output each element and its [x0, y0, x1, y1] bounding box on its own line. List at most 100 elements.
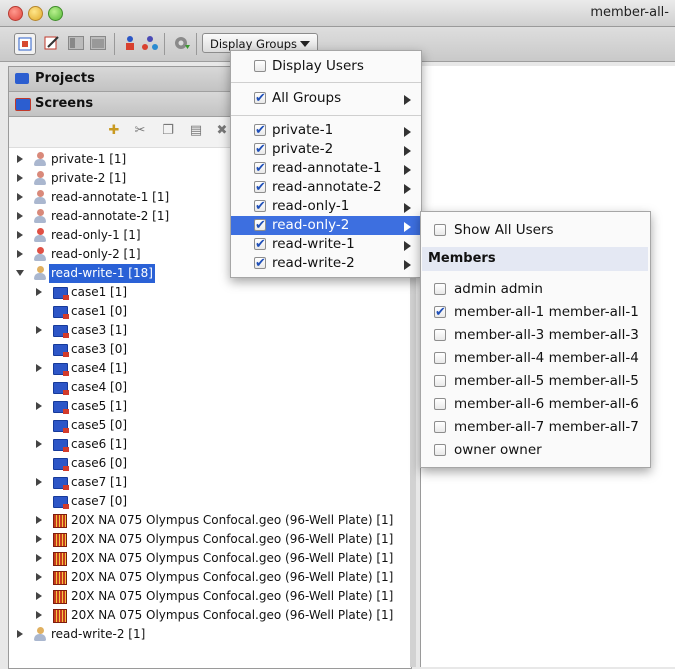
menu-checkbox[interactable]	[254, 178, 266, 197]
member-item[interactable]: admin admin	[421, 280, 650, 299]
member-label: owner owner	[454, 442, 542, 458]
group-menu-item[interactable]: private-1	[231, 121, 421, 140]
group-menu-item[interactable]: read-annotate-1	[231, 159, 421, 178]
group-menu-item[interactable]: read-write-2	[231, 254, 421, 273]
menu-checkbox[interactable]	[254, 89, 266, 108]
import-icon[interactable]	[172, 33, 192, 53]
copy-icon[interactable]: ❐	[161, 124, 175, 138]
member-checkbox[interactable]	[434, 375, 446, 387]
expand-arrow-icon[interactable]	[36, 364, 42, 372]
annotate-icon[interactable]	[42, 33, 62, 53]
group-menu-item[interactable]: read-only-2	[231, 216, 421, 235]
tree-screen-row[interactable]: case1 [1]	[9, 283, 409, 302]
member-item[interactable]: member-all-7 member-all-7	[421, 418, 650, 437]
menu-checkbox[interactable]	[254, 140, 266, 159]
tree-screen-row[interactable]: case4 [1]	[9, 359, 409, 378]
tree-screen-row[interactable]: case5 [0]	[9, 416, 409, 435]
member-checkbox[interactable]	[434, 398, 446, 410]
tree-screen-row[interactable]: case3 [0]	[9, 340, 409, 359]
expand-arrow-icon[interactable]	[17, 193, 23, 201]
tree-screen-row[interactable]: case4 [0]	[9, 378, 409, 397]
expand-arrow-icon[interactable]	[36, 478, 42, 486]
expand-arrow-icon[interactable]	[36, 592, 42, 600]
tree-screen-row[interactable]: case7 [1]	[9, 473, 409, 492]
collapse-arrow-icon[interactable]	[16, 270, 24, 276]
expand-arrow-icon[interactable]	[36, 554, 42, 562]
split-view-icon[interactable]	[66, 33, 86, 53]
expand-arrow-icon[interactable]	[36, 326, 42, 334]
member-checkbox[interactable]	[434, 352, 446, 364]
member-item[interactable]: member-all-4 member-all-4	[421, 349, 650, 368]
menu-checkbox[interactable]	[254, 197, 266, 216]
menu-checkbox[interactable]	[254, 235, 266, 254]
member-checkbox[interactable]	[434, 329, 446, 341]
tabbed-view-icon[interactable]	[88, 33, 108, 53]
display-users-item[interactable]: Display Users	[231, 57, 421, 76]
expand-arrow-icon[interactable]	[36, 440, 42, 448]
tree-screen-row[interactable]: case5 [1]	[9, 397, 409, 416]
expand-arrow-icon[interactable]	[36, 611, 42, 619]
member-item[interactable]: member-all-6 member-all-6	[421, 395, 650, 414]
member-checkbox[interactable]	[434, 303, 446, 322]
tree-screen-row[interactable]: case1 [0]	[9, 302, 409, 321]
tree-screen-row[interactable]: case6 [0]	[9, 454, 409, 473]
data-manager-icon[interactable]	[14, 33, 36, 55]
zoom-window-button[interactable]	[48, 6, 63, 21]
all-groups-item[interactable]: All Groups	[231, 89, 421, 108]
paste-icon[interactable]: ▤	[189, 124, 203, 138]
member-item[interactable]: member-all-3 member-all-3	[421, 326, 650, 345]
tree-plate-row[interactable]: 20X NA 075 Olympus Confocal.geo (96-Well…	[9, 606, 409, 625]
group-menu-item[interactable]: read-write-1	[231, 235, 421, 254]
expand-arrow-icon[interactable]	[17, 155, 23, 163]
people-tree-icon[interactable]	[140, 33, 160, 53]
expand-arrow-icon[interactable]	[36, 288, 42, 296]
screen-icon	[53, 439, 69, 452]
group-menu-item[interactable]: read-annotate-2	[231, 178, 421, 197]
group-user-icon	[33, 627, 47, 642]
expand-arrow-icon[interactable]	[36, 402, 42, 410]
cut-icon[interactable]: ✂	[133, 124, 147, 138]
menu-checkbox[interactable]	[254, 216, 266, 235]
expand-arrow-icon[interactable]	[36, 535, 42, 543]
close-window-button[interactable]	[8, 6, 23, 21]
member-item[interactable]: member-all-5 member-all-5	[421, 372, 650, 391]
expand-arrow-icon[interactable]	[17, 250, 23, 258]
screen-icon	[53, 458, 69, 471]
tree-screen-row[interactable]: case6 [1]	[9, 435, 409, 454]
expand-arrow-icon[interactable]	[17, 174, 23, 182]
show-all-users-item[interactable]: Show All Users	[421, 221, 650, 240]
menu-checkbox[interactable]	[254, 254, 266, 273]
member-checkbox[interactable]	[434, 421, 446, 433]
tree-group-row[interactable]: read-write-2 [1]	[9, 625, 409, 644]
tree-group-label: read-only-1 [1]	[51, 228, 141, 242]
minimize-window-button[interactable]	[28, 6, 43, 21]
new-item-icon[interactable]: ✚	[107, 124, 121, 138]
delete-icon[interactable]: ✖	[215, 124, 229, 138]
expand-arrow-icon[interactable]	[17, 231, 23, 239]
menu-checkbox[interactable]	[254, 121, 266, 140]
menu-checkbox[interactable]	[254, 159, 266, 178]
group-menu-item[interactable]: private-2	[231, 140, 421, 159]
tree-plate-row[interactable]: 20X NA 075 Olympus Confocal.geo (96-Well…	[9, 530, 409, 549]
tree-screen-row[interactable]: case3 [1]	[9, 321, 409, 340]
expand-arrow-icon[interactable]	[17, 212, 23, 220]
member-checkbox[interactable]	[434, 283, 446, 295]
expand-arrow-icon[interactable]	[17, 630, 23, 638]
users-icon[interactable]	[120, 33, 140, 53]
user-head-icon	[37, 171, 44, 178]
screen-icon	[53, 306, 69, 319]
menu-checkbox[interactable]	[254, 60, 266, 72]
tree-item-label: 20X NA 075 Olympus Confocal.geo (96-Well…	[71, 570, 394, 584]
tree-plate-row[interactable]: 20X NA 075 Olympus Confocal.geo (96-Well…	[9, 549, 409, 568]
member-item[interactable]: member-all-1 member-all-1	[421, 303, 650, 322]
expand-arrow-icon[interactable]	[36, 573, 42, 581]
member-item[interactable]: owner owner	[421, 441, 650, 460]
group-menu-item[interactable]: read-only-1	[231, 197, 421, 216]
tree-plate-row[interactable]: 20X NA 075 Olympus Confocal.geo (96-Well…	[9, 511, 409, 530]
tree-screen-row[interactable]: case7 [0]	[9, 492, 409, 511]
tree-plate-row[interactable]: 20X NA 075 Olympus Confocal.geo (96-Well…	[9, 568, 409, 587]
tree-plate-row[interactable]: 20X NA 075 Olympus Confocal.geo (96-Well…	[9, 587, 409, 606]
member-checkbox[interactable]	[434, 444, 446, 456]
expand-arrow-icon[interactable]	[36, 516, 42, 524]
member-checkbox[interactable]	[434, 224, 446, 236]
